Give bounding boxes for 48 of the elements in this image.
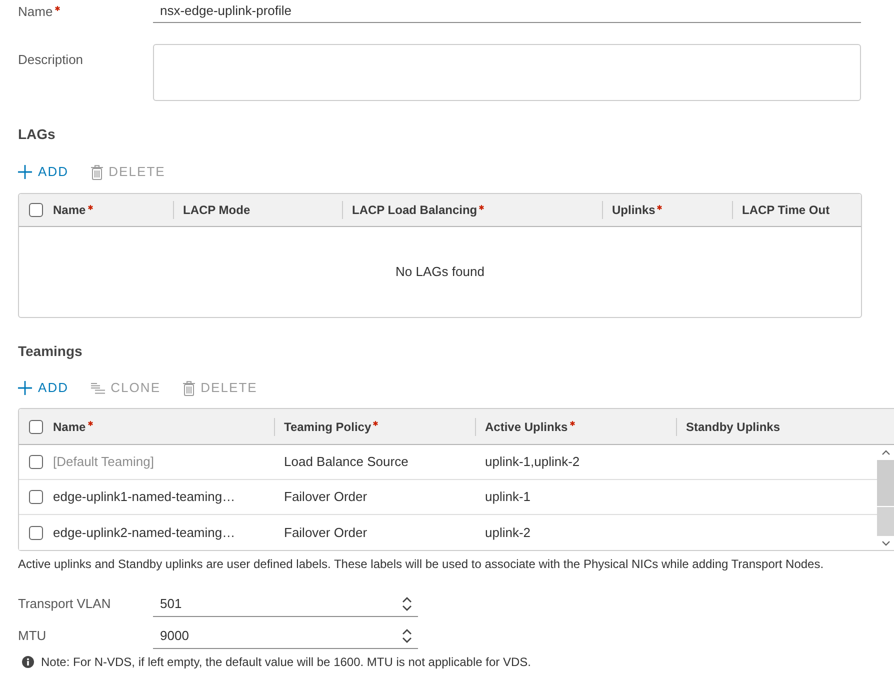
- plus-icon: [18, 165, 32, 179]
- trash-icon: [90, 164, 103, 180]
- table-cell: uplink-1,uplink-2: [485, 454, 580, 469]
- spinner-icon: [402, 628, 412, 642]
- scrollbar-thumb[interactable]: [877, 460, 894, 507]
- caret-down-icon: [882, 540, 890, 546]
- uplinks-hint: Active uplinks and Standby uplinks are user defined labels. These labels will be used to associate with the Physical NICs while adding Transport Nodes.: [18, 557, 824, 571]
- column-header: LACP Time Out: [742, 202, 830, 219]
- table-cell: Failover Order: [284, 489, 368, 504]
- table-cell: Load Balance Source: [284, 454, 408, 469]
- field-label: Description: [18, 51, 84, 69]
- column-header: Teaming Policy: [284, 418, 372, 436]
- checkbox[interactable]: [29, 490, 43, 504]
- mtu-select[interactable]: 9000: [153, 623, 418, 649]
- add-button[interactable]: ADD: [18, 378, 69, 398]
- info-icon: [22, 656, 34, 668]
- spinner-icon: [402, 596, 412, 610]
- plus-icon: [18, 381, 32, 395]
- caret-up-icon: [882, 450, 890, 455]
- empty-message: No LAGs found: [396, 263, 484, 282]
- field-label: Name: [18, 2, 53, 21]
- checkbox[interactable]: [29, 203, 43, 217]
- table-cell-text: edge-uplink2-named-teaming…: [53, 524, 236, 542]
- table-cell-text: [Default Teaming]: [53, 453, 154, 472]
- column-header: Active Uplinks: [485, 418, 568, 436]
- column-header: Standby Uplinks: [686, 418, 780, 436]
- checkbox[interactable]: [29, 420, 43, 434]
- field-label: MTU: [18, 627, 48, 646]
- table-cell-text: edge-uplink1-named-teaming…: [53, 488, 236, 506]
- column-header: Name: [53, 202, 86, 219]
- trash-icon: [182, 380, 195, 396]
- column-header: LACP Mode: [183, 202, 250, 219]
- clone-icon: [90, 382, 105, 394]
- column-header: Name: [53, 418, 86, 436]
- table-cell: uplink-1: [485, 489, 531, 504]
- table-cell: Failover Order: [284, 524, 368, 540]
- section-title: LAGs: [18, 125, 56, 144]
- name-input[interactable]: nsx-edge-uplink-profile: [153, 0, 861, 23]
- field-label: Transport VLAN: [18, 595, 112, 614]
- info-note: Note: For N-VDS, if left empty, the default value will be 1600. MTU is not applicable for VDS.: [41, 655, 531, 669]
- column-header: Uplinks: [612, 202, 656, 219]
- add-button[interactable]: ADD: [18, 162, 69, 182]
- column-header: LACP Load Balancing: [352, 202, 478, 219]
- transport-vlan-select[interactable]: 501: [153, 591, 418, 617]
- checkbox[interactable]: [29, 526, 43, 540]
- section-title: Teamings: [18, 342, 82, 361]
- table-cell: uplink-2: [485, 524, 531, 540]
- description-input[interactable]: [153, 44, 861, 101]
